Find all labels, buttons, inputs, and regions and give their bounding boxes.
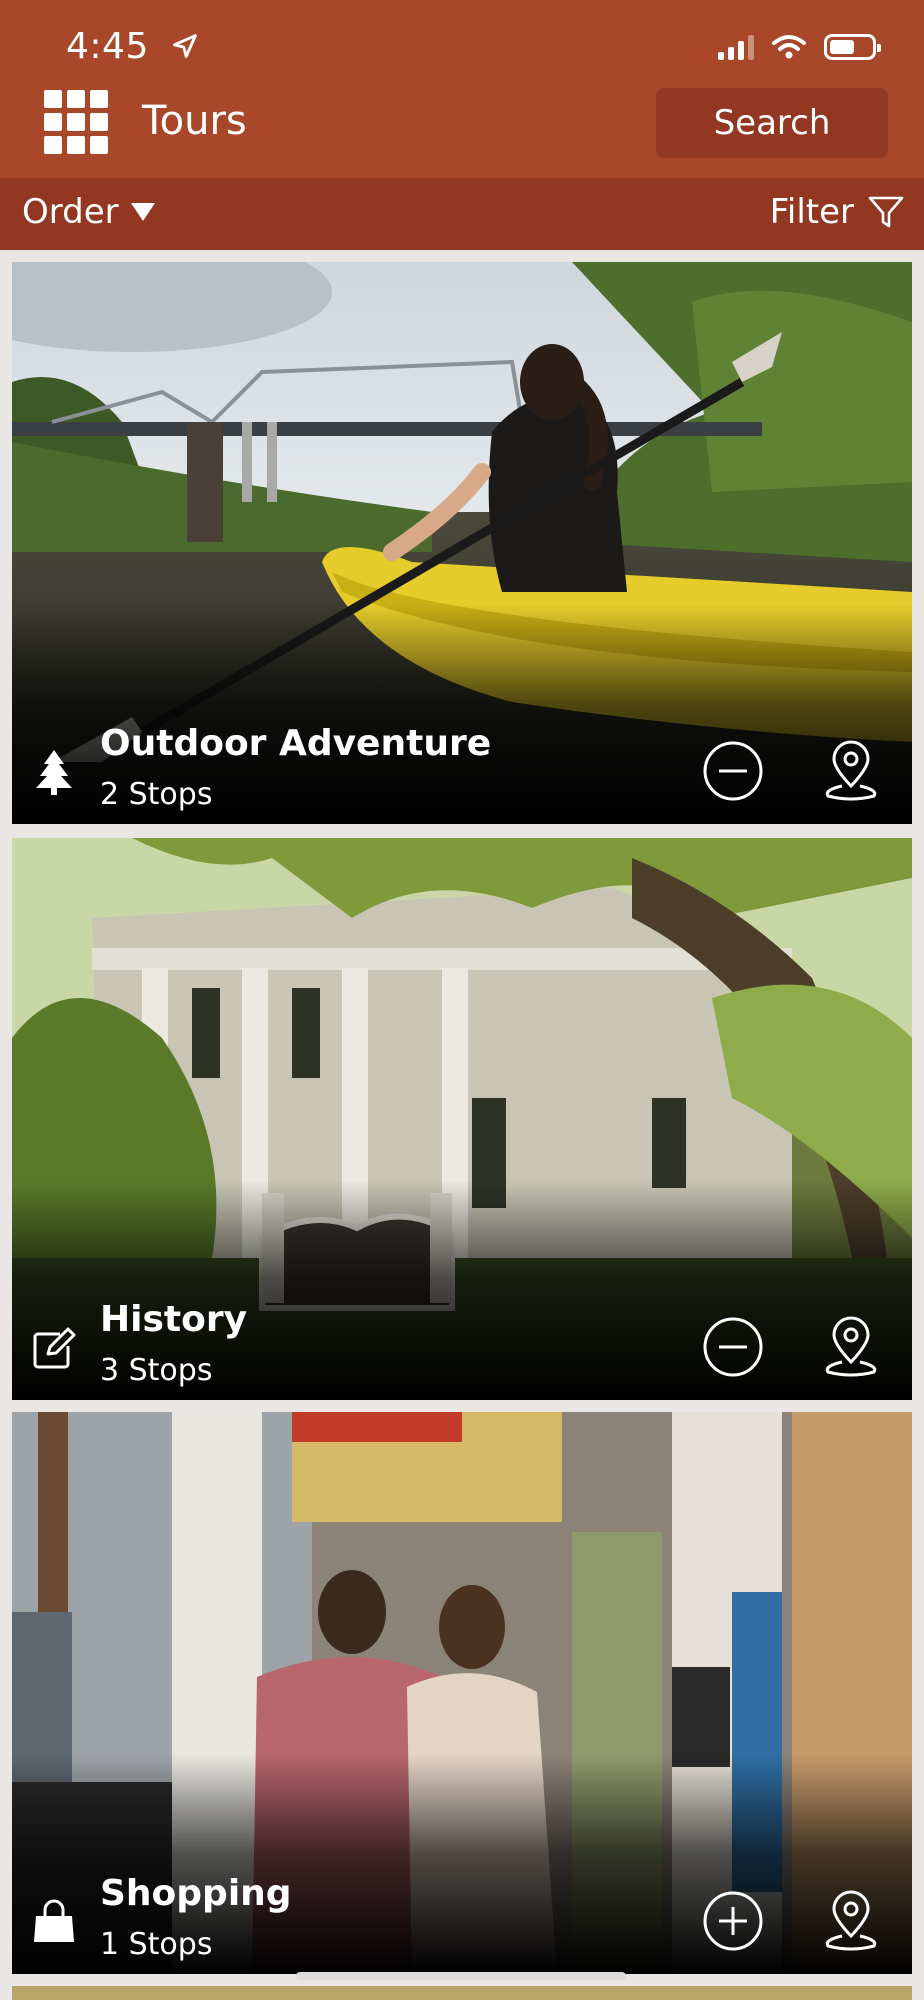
tour-stop-count: 2 Stops xyxy=(100,777,213,812)
map-pin-icon[interactable] xyxy=(820,1890,882,1952)
edit-icon xyxy=(33,1327,76,1369)
tour-name: Shopping xyxy=(100,1873,292,1914)
order-dropdown[interactable]: Order xyxy=(22,192,155,232)
filter-funnel-icon xyxy=(868,196,904,228)
wifi-icon xyxy=(772,35,806,59)
tour-name: Outdoor Adventure xyxy=(100,723,492,764)
tour-card-history[interactable]: History 3 Stops xyxy=(12,838,912,1400)
map-pin-icon[interactable] xyxy=(820,1316,882,1378)
location-arrow-icon xyxy=(172,34,197,58)
search-button[interactable]: Search xyxy=(656,88,888,158)
tree-icon xyxy=(36,750,72,795)
tour-stop-count: 3 Stops xyxy=(100,1353,213,1388)
apps-grid-icon[interactable] xyxy=(44,90,108,154)
home-indicator xyxy=(296,1972,626,1980)
cellular-signal-icon xyxy=(718,34,754,60)
status-time: 4:45 xyxy=(66,26,199,67)
status-indicators xyxy=(718,34,881,60)
order-label: Order xyxy=(22,192,119,232)
triangle-down-icon xyxy=(130,203,155,221)
tour-card-partial[interactable] xyxy=(12,1986,912,2000)
sort-filter-bar: Order Filter xyxy=(0,178,924,250)
plus-circle-icon[interactable] xyxy=(702,1890,764,1952)
status-time-text: 4:45 xyxy=(66,26,149,67)
shopping-bag-icon xyxy=(34,1899,74,1942)
tour-card-outdoor-adventure[interactable]: Outdoor Adventure 2 Stops xyxy=(12,262,912,824)
tour-stop-count: 1 Stops xyxy=(100,1927,213,1962)
page-title: Tours xyxy=(142,98,247,144)
minus-circle-icon[interactable] xyxy=(702,1316,764,1378)
filter-label: Filter xyxy=(769,192,854,232)
filter-button[interactable]: Filter xyxy=(770,192,904,232)
battery-icon xyxy=(824,34,881,60)
tour-name: History xyxy=(100,1299,248,1340)
app-header: 4:45 Tours Search xyxy=(0,0,924,178)
tour-card-shopping[interactable]: Shopping 1 Stops xyxy=(12,1412,912,1974)
map-pin-icon[interactable] xyxy=(820,740,882,802)
minus-circle-icon[interactable] xyxy=(702,740,764,802)
